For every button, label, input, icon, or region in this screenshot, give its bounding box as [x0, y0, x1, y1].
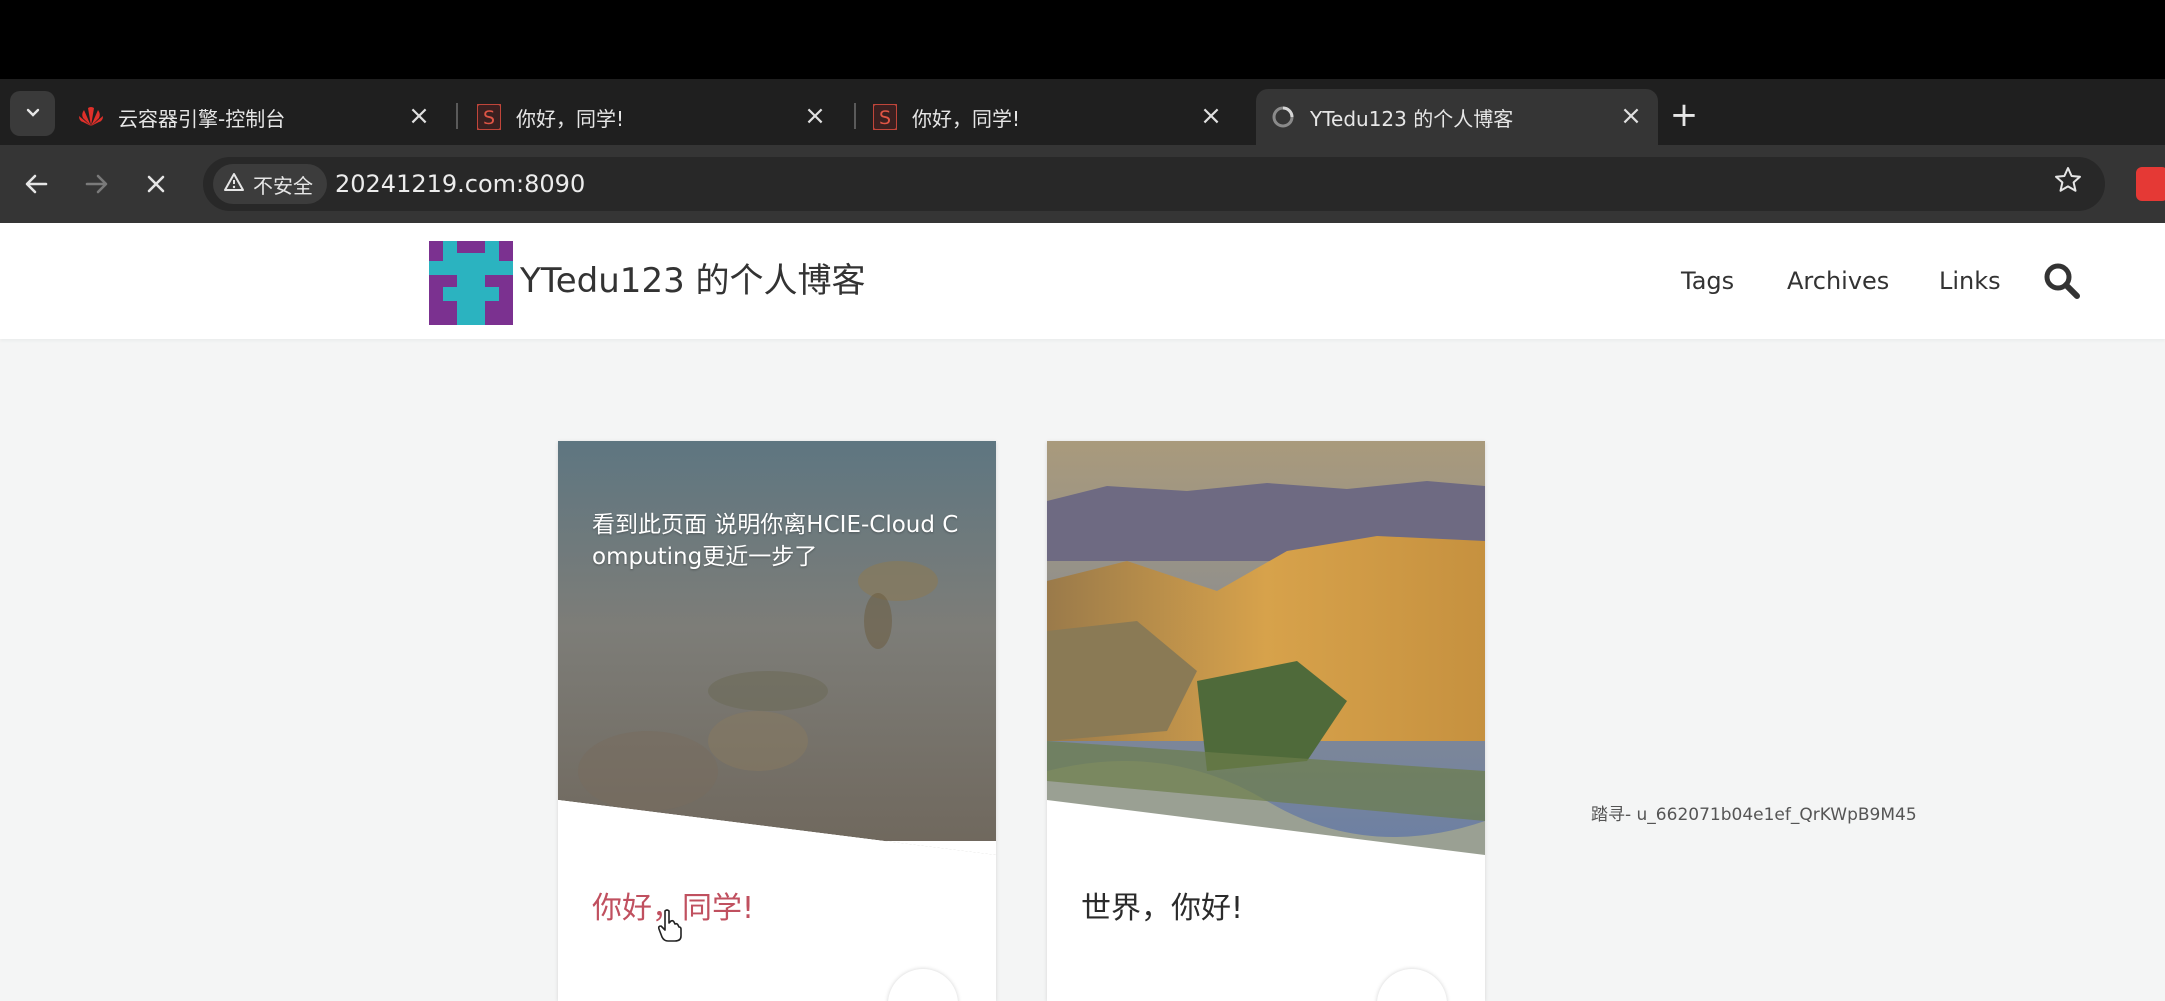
back-button[interactable]: [16, 163, 58, 205]
tab-search-button[interactable]: [10, 91, 55, 136]
warning-icon: [223, 172, 245, 197]
tab-hello-classmate-1[interactable]: S 你好，同学! ×: [476, 89, 842, 145]
url-text[interactable]: 20241219.com:8090: [335, 157, 585, 211]
post-cover-image[interactable]: [1047, 441, 1485, 855]
security-label: 不安全: [253, 173, 313, 198]
tab-huawei-console[interactable]: 云容器引擎-控制台 ×: [78, 89, 446, 145]
s-icon: S: [872, 104, 898, 130]
site-logo[interactable]: [429, 241, 513, 325]
screen-top-band: [0, 0, 2165, 79]
tab-title: YTedu123 的个人博客: [1310, 106, 1514, 131]
browser-toolbar: 不安全 20241219.com:8090: [0, 145, 2165, 223]
tab-blog-active[interactable]: YTedu123 的个人博客 ×: [1256, 89, 1658, 145]
chevron-down-icon: [23, 102, 43, 126]
address-bar[interactable]: 不安全 20241219.com:8090: [203, 157, 2105, 211]
new-tab-button[interactable]: +: [1664, 95, 1704, 135]
loading-icon: [1270, 104, 1296, 130]
security-chip[interactable]: 不安全: [213, 164, 327, 204]
svg-text:S: S: [879, 107, 891, 129]
forward-button[interactable]: [75, 163, 117, 205]
close-icon[interactable]: ×: [1618, 103, 1644, 129]
tab-separator: [854, 103, 856, 129]
close-icon: [147, 175, 165, 193]
tab-hello-classmate-2[interactable]: S 你好，同学! ×: [872, 89, 1238, 145]
bookmark-star-icon[interactable]: [2049, 165, 2087, 203]
site-header: YTedu123 的个人博客 Tags Archives Links: [0, 223, 2165, 339]
post-cover-image[interactable]: 看到此页面 说明你离HCIE-Cloud Computing更近一步了: [558, 441, 996, 855]
s-icon: S: [476, 104, 502, 130]
post-category-badge[interactable]: [888, 969, 958, 1001]
tab-title: 你好，同学!: [516, 106, 625, 131]
tab-title: 云容器引擎-控制台: [118, 106, 286, 131]
close-icon[interactable]: ×: [406, 103, 432, 129]
post-category-badge[interactable]: [1377, 969, 1447, 1001]
close-icon[interactable]: ×: [1198, 103, 1224, 129]
nav-links[interactable]: Links: [1939, 261, 2001, 301]
arrow-left-icon: [25, 174, 48, 194]
nav-tags[interactable]: Tags: [1681, 261, 1734, 301]
tab-separator: [456, 103, 458, 129]
huawei-icon: [78, 104, 104, 130]
nav-archives[interactable]: Archives: [1787, 261, 1889, 301]
hand-pointer-cursor-icon: [657, 909, 683, 943]
watermark-text: 踏寻- u_662071b04e1ef_QrKWpB9M45: [1591, 805, 1917, 825]
post-excerpt: 看到此页面 说明你离HCIE-Cloud Computing更近一步了: [592, 512, 959, 570]
stop-loading-button[interactable]: [135, 163, 177, 205]
close-icon[interactable]: ×: [802, 103, 828, 129]
extension-icon[interactable]: [2136, 167, 2165, 201]
svg-text:S: S: [483, 107, 495, 129]
tab-title: 你好，同学!: [912, 106, 1021, 131]
arrow-right-icon: [85, 174, 108, 194]
search-icon[interactable]: [2042, 261, 2082, 301]
post-card[interactable]: 看到此页面 说明你离HCIE-Cloud Computing更近一步了 你好，同…: [558, 441, 996, 1001]
tab-strip: 云容器引擎-控制台 × S 你好，同学! × S 你好，同学! × YTedu1…: [0, 79, 2165, 145]
post-title[interactable]: 世界，你好!: [1081, 889, 1243, 929]
post-card[interactable]: 世界，你好!: [1047, 441, 1485, 1001]
site-title[interactable]: YTedu123 的个人博客: [520, 253, 866, 309]
